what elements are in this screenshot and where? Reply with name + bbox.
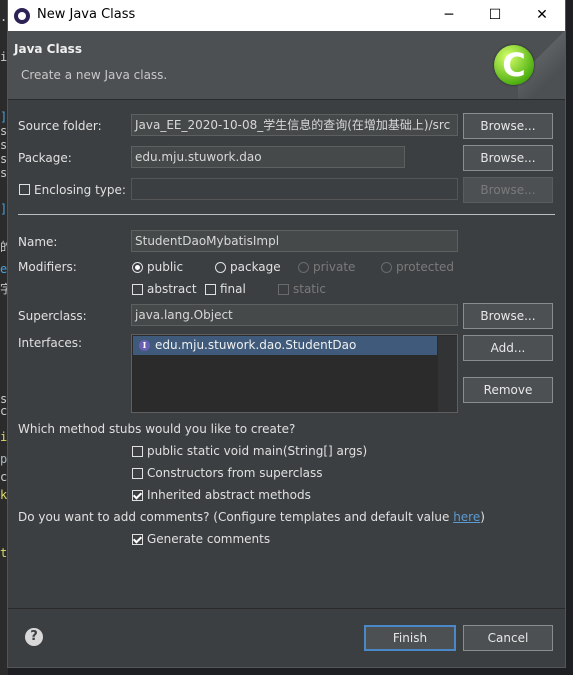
source-folder-label: Source folder: [18,119,102,133]
window-title: New Java Class [37,7,136,22]
stub-inherited-checkbox[interactable] [132,490,143,501]
add-interface-button[interactable]: Add... [463,335,553,361]
interfaces-list[interactable]: I edu.mju.stuwork.dao.StudentDao [131,334,458,413]
name-field[interactable]: StudentDaoMybatisImpl [131,230,458,252]
enclosing-type-browse-button[interactable]: Browse... [463,177,553,203]
stub-constructors-checkbox[interactable] [132,468,143,479]
interfaces-scrollbar[interactable] [438,336,457,412]
package-browse-button[interactable]: Browse... [463,145,553,171]
configure-templates-link[interactable]: here [453,510,480,524]
background-editor-char: c [0,404,8,418]
background-editor-char: p [0,452,8,466]
footer-separator [8,608,565,609]
maximize-button[interactable]: ☐ [472,0,518,31]
form-separator [18,214,555,215]
minimize-button[interactable]: ─ [426,0,472,31]
modifier-static-label: static [293,282,326,296]
background-editor-char: i [0,430,8,444]
background-editor-char: 字 [0,282,13,296]
comments-question-suffix: ) [480,510,485,524]
modifier-private-label: private [313,260,356,274]
superclass-label: Superclass: [18,309,87,323]
source-folder-browse-button[interactable]: Browse... [463,113,553,139]
method-stubs-question: Which method stubs would you like to cre… [18,422,296,436]
background-editor-char: 的 [0,240,13,254]
stub-main-label: public static void main(String[] args) [147,444,368,458]
finish-button[interactable]: Finish [364,625,456,651]
modifier-public-label: public [147,260,184,274]
modifier-protected-label: protected [396,260,455,274]
title-bar[interactable]: New Java Class ─ ☐ ✕ [8,0,565,31]
interface-icon: I [139,340,150,351]
modifier-final-checkbox[interactable] [205,284,216,295]
comments-question: Do you want to add comments? (Configure … [18,510,485,524]
wizard-header: Java Class Create a new Java class. C [8,31,565,99]
comments-question-prefix: Do you want to add comments? (Configure … [18,510,454,524]
stub-inherited-label: Inherited abstract methods [147,488,311,502]
modifier-private-radio[interactable] [298,262,309,273]
background-editor-gutter [0,0,8,675]
modifier-package-label: package [230,260,281,274]
header-separator [8,99,565,100]
generate-comments-checkbox[interactable] [132,534,143,545]
modifier-abstract-label: abstract [147,282,197,296]
background-editor-char: ] [0,110,8,124]
background-editor-char: e [0,262,8,276]
background-editor-char: s [0,124,8,138]
name-label: Name: [18,235,58,249]
package-label: Package: [18,151,72,165]
superclass-browse-button[interactable]: Browse... [463,303,553,329]
java-class-logo-icon: C [494,45,534,85]
wizard-title: Java Class [14,42,82,56]
new-java-class-dialog: New Java Class ─ ☐ ✕ Java Class Create a… [8,0,565,667]
eclipse-app-icon [14,8,30,24]
wizard-subtitle: Create a new Java class. [21,68,168,82]
package-field[interactable]: edu.mju.stuwork.dao [131,146,405,168]
background-editor-char: s [0,138,8,152]
background-editor-char: c [0,470,8,484]
modifier-protected-radio[interactable] [381,262,392,273]
enclosing-type-checkbox[interactable] [19,184,30,195]
background-editor-char: t [0,546,8,560]
modifiers-label: Modifiers: [18,260,77,274]
logo-letter: C [502,46,526,84]
superclass-field[interactable]: java.lang.Object [131,304,458,326]
stub-main-checkbox[interactable] [132,446,143,457]
background-editor-char: i [0,50,8,64]
background-editor-char: . [0,10,8,24]
generate-comments-label: Generate comments [147,532,271,546]
help-icon[interactable]: ? [25,628,43,646]
close-button[interactable]: ✕ [519,0,565,31]
source-folder-field[interactable]: Java_EE_2020-10-08_学生信息的查询(在增加基础上)/src [131,114,458,136]
interface-list-item[interactable]: I edu.mju.stuwork.dao.StudentDao [133,336,437,355]
modifier-public-radio[interactable] [132,262,143,273]
cancel-button[interactable]: Cancel [463,625,553,651]
enclosing-type-label: Enclosing type: [34,183,126,197]
modifier-abstract-checkbox[interactable] [132,284,143,295]
modifier-final-label: final [220,282,246,296]
interfaces-label: Interfaces: [18,336,83,350]
background-editor-char: ] [0,202,8,216]
modifier-package-radio[interactable] [215,262,226,273]
enclosing-type-field[interactable] [131,178,458,200]
remove-interface-button[interactable]: Remove [463,377,553,403]
background-editor-char: k [0,488,8,502]
background-editor-char: s [0,152,8,166]
interface-name: edu.mju.stuwork.dao.StudentDao [155,338,357,352]
background-editor-char: s [0,166,8,180]
modifier-static-checkbox[interactable] [278,284,289,295]
stub-constructors-label: Constructors from superclass [147,466,323,480]
